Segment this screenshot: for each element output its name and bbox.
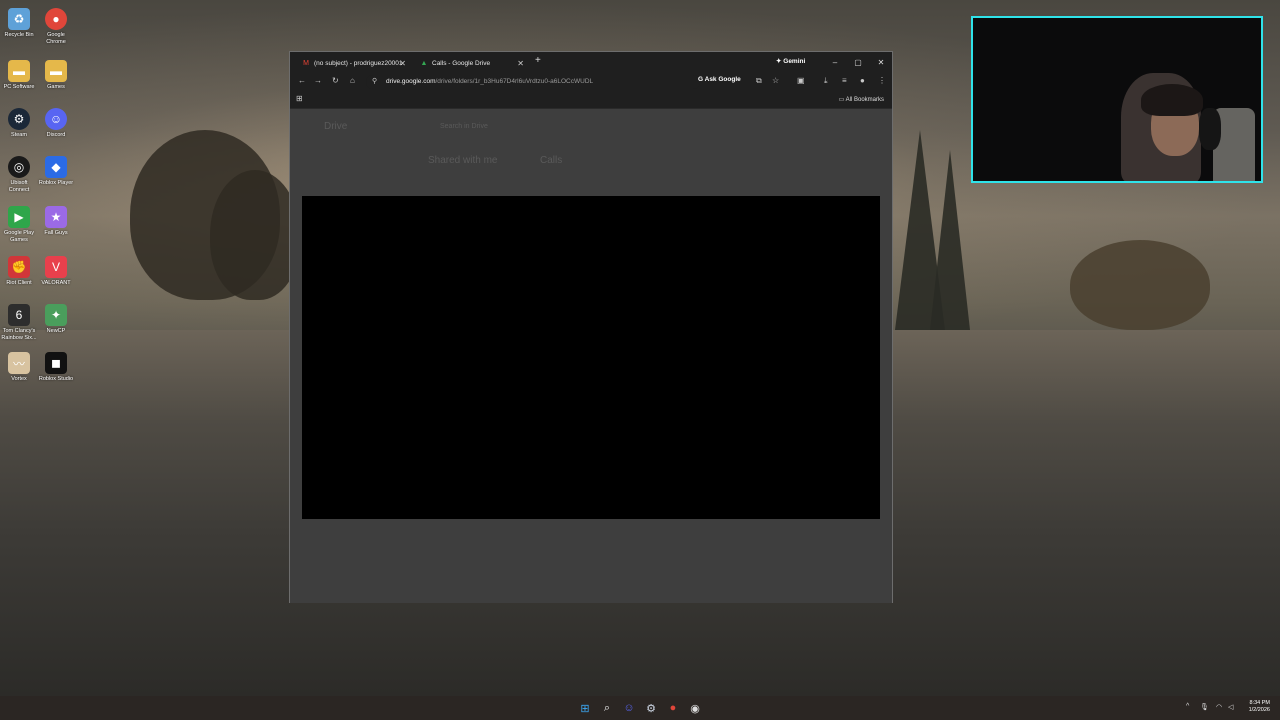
drive-page: Drive Search in Drive Shared with me Cal… bbox=[290, 109, 892, 603]
desktop-icon-vortex[interactable]: 〰 Vortex bbox=[0, 352, 38, 383]
maximize-button[interactable]: ▢ bbox=[847, 52, 869, 72]
close-icon[interactable]: ✕ bbox=[399, 59, 406, 68]
steam-taskbar-icon[interactable]: ⚙ bbox=[644, 701, 658, 715]
steam-icon: ⚙ bbox=[8, 108, 30, 130]
search-icon[interactable]: ⌕ bbox=[600, 701, 614, 715]
recycle-bin-icon: ♻ bbox=[8, 8, 30, 30]
desktop-icon-chrome[interactable]: ● Google Chrome bbox=[37, 8, 75, 46]
volume-icon[interactable]: ◁ bbox=[1228, 703, 1233, 711]
tab-title: Calls - Google Drive bbox=[432, 59, 491, 67]
vortex-icon: 〰 bbox=[8, 352, 30, 374]
google-drive-icon: ▲ bbox=[420, 59, 428, 67]
headset-icon bbox=[1199, 108, 1221, 150]
home-icon[interactable]: ⌂ bbox=[350, 76, 355, 85]
desktop-icon-steam[interactable]: ⚙ Steam bbox=[0, 108, 38, 139]
chrome-taskbar-icon[interactable]: ● bbox=[666, 701, 680, 715]
site-info-icon[interactable]: ⚲ bbox=[372, 77, 377, 85]
tab-title: (no subject) - prodriguez20001 bbox=[314, 59, 403, 67]
video-player[interactable] bbox=[302, 196, 880, 519]
fall-guys-icon: ★ bbox=[45, 206, 67, 228]
ask-google-label: Ask Google bbox=[704, 76, 741, 83]
all-bookmarks-button[interactable]: ▭ All Bookmarks bbox=[839, 96, 884, 103]
new-tab-button[interactable]: + bbox=[535, 55, 541, 66]
close-window-button[interactable]: ✕ bbox=[870, 52, 892, 72]
tab-strip: M (no subject) - prodriguez20001 ✕ ▲ Cal… bbox=[290, 52, 892, 72]
profile-avatar-icon[interactable]: ● bbox=[860, 76, 865, 85]
close-icon[interactable]: ✕ bbox=[517, 59, 524, 68]
browser-toolbar: ← → ↻ ⌂ ⚲ drive.google.com/drive/folders… bbox=[290, 72, 892, 92]
desktop-icon-valorant[interactable]: V VALORANT bbox=[37, 256, 75, 287]
clock-date: 1/2/2026 bbox=[1248, 707, 1270, 713]
roblox-studio-icon: ◼ bbox=[45, 352, 67, 374]
desktop-icon-discord[interactable]: ☺ Discord bbox=[37, 108, 75, 139]
desktop-icon-recycle-bin[interactable]: ♻ Recycle Bin bbox=[0, 8, 38, 39]
ubisoft-icon: ◎ bbox=[8, 156, 30, 178]
roblox-player-icon: ◆ bbox=[45, 156, 67, 178]
tab-gmail[interactable]: M (no subject) - prodriguez20001 ✕ bbox=[296, 54, 412, 72]
back-icon[interactable]: ← bbox=[298, 76, 306, 85]
minimize-button[interactable]: – bbox=[824, 52, 846, 72]
wallpaper-tree bbox=[1070, 240, 1210, 330]
menu-icon[interactable]: ⋮ bbox=[878, 76, 886, 85]
discord-icon: ☺ bbox=[45, 108, 67, 130]
download-icon[interactable]: ⤓ bbox=[824, 76, 828, 86]
google-play-games-icon: ▶ bbox=[8, 206, 30, 228]
apps-grid-icon[interactable]: ⊞ bbox=[296, 94, 303, 103]
all-bookmarks-label: All Bookmarks bbox=[845, 97, 884, 103]
url-path: /drive/folders/1r_b3Hu67D4rl6uVrdtzu0-a6… bbox=[435, 78, 594, 85]
valorant-icon: V bbox=[45, 256, 67, 278]
bookmark-star-icon[interactable]: ☆ bbox=[772, 76, 779, 85]
riot-client-icon: ✊ bbox=[8, 256, 30, 278]
bookmarks-bar: ⊞ ▭ All Bookmarks bbox=[290, 92, 892, 109]
desktop-icon-google-play-games[interactable]: ▶ Google Play Games bbox=[0, 206, 38, 244]
desktop-icon-ubisoft[interactable]: ◎ Ubisoft Connect bbox=[0, 156, 38, 194]
desktop-icon-roblox-studio[interactable]: ◼ Roblox Studio bbox=[37, 352, 75, 383]
desktop-icon-fall-guys[interactable]: ★ Fall Guys bbox=[37, 206, 75, 237]
screen-capture-icon[interactable]: ▣ bbox=[797, 76, 805, 85]
reload-icon[interactable]: ↻ bbox=[332, 76, 339, 85]
url-text: drive.google.com/drive/folders/1r_b3Hu67… bbox=[386, 78, 593, 85]
windows-start-icon[interactable]: ⊞ bbox=[578, 701, 592, 715]
drive-app-name: Drive bbox=[324, 121, 348, 132]
url-host: drive.google.com bbox=[386, 78, 436, 85]
newcp-icon: ✦ bbox=[45, 304, 67, 326]
chrome-icon: ● bbox=[45, 8, 67, 30]
tab-google-drive[interactable]: ▲ Calls - Google Drive ✕ bbox=[414, 54, 530, 72]
desktop-icon-riot-client[interactable]: ✊ Riot Client bbox=[0, 256, 38, 287]
desktop-icon-roblox-player[interactable]: ◆ Roblox Player bbox=[37, 156, 75, 187]
folder-icon: ▬ bbox=[8, 60, 30, 82]
desktop-icon-newcp[interactable]: ✦ NewCP bbox=[37, 304, 75, 335]
folder-icon: ▬ bbox=[45, 60, 67, 82]
wallpaper-tree bbox=[210, 170, 300, 300]
discord-taskbar-icon[interactable]: ☺ bbox=[622, 701, 636, 715]
desktop-icon-games[interactable]: ▬ Games bbox=[37, 60, 75, 91]
ask-google-button[interactable]: G Ask Google bbox=[698, 76, 741, 83]
address-bar[interactable]: ⚲ drive.google.com/drive/folders/1r_b3Hu… bbox=[366, 75, 700, 89]
breadcrumb-calls[interactable]: Calls bbox=[540, 155, 562, 166]
browser-window: M (no subject) - prodriguez20001 ✕ ▲ Cal… bbox=[289, 51, 893, 603]
webcam-hair bbox=[1141, 84, 1203, 116]
microphone-icon[interactable]: 🎙 bbox=[1200, 703, 1209, 711]
cast-icon[interactable]: ⧉ bbox=[756, 76, 762, 86]
rainbow-six-icon: 6 bbox=[8, 304, 30, 326]
clock-time: 8:34 PM bbox=[1249, 700, 1270, 706]
gemini-label: Gemini bbox=[783, 58, 806, 65]
desktop-icon-pc-software[interactable]: ▬ PC Software bbox=[0, 60, 38, 91]
tray-chevron-icon[interactable]: ^ bbox=[1186, 703, 1189, 710]
gemini-button[interactable]: ✦ Gemini bbox=[776, 57, 805, 65]
drive-search-input[interactable]: Search in Drive bbox=[440, 123, 488, 130]
desktop-icon-rainbow-six[interactable]: 6 Tom Clancy's Rainbow Six... bbox=[0, 304, 38, 342]
wifi-icon[interactable]: ◠ bbox=[1216, 703, 1222, 711]
tab-search-icon[interactable]: ≡ bbox=[842, 76, 847, 85]
forward-icon[interactable]: → bbox=[314, 76, 322, 85]
system-clock[interactable]: 8:34 PM 1/2/2026 bbox=[1249, 700, 1270, 714]
taskbar: ⊞ ⌕ ☺ ⚙ ● ◉ ^ 🎙 ◠ ◁ 8:34 PM 1/2/2026 bbox=[0, 696, 1280, 720]
obs-taskbar-icon[interactable]: ◉ bbox=[688, 701, 702, 715]
gmail-icon: M bbox=[303, 59, 309, 67]
breadcrumb-shared[interactable]: Shared with me bbox=[428, 155, 497, 166]
webcam-overlay bbox=[971, 16, 1263, 183]
